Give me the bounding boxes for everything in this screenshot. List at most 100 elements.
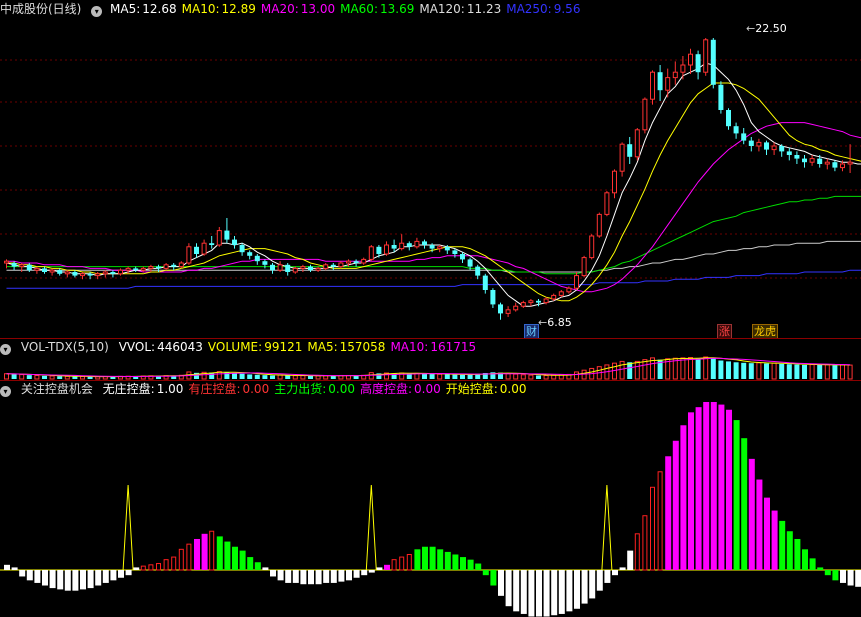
volume-bar (840, 364, 845, 380)
stock-title: 中成股份(日线) (0, 2, 82, 16)
candle-body (756, 141, 762, 147)
candle-body (125, 267, 131, 271)
candle-body (34, 267, 40, 271)
indicator-bar (376, 567, 383, 570)
indicator-bar (42, 570, 48, 586)
candle-body (840, 163, 845, 169)
volume-legend-label: VOLUME: (207, 340, 263, 354)
chevron-down-icon[interactable]: ▾ (0, 386, 11, 397)
volume-bar (779, 363, 785, 379)
indicator-bar (634, 533, 640, 571)
indicator-bar (72, 570, 79, 591)
candle-body (460, 254, 465, 260)
indicator-bar (809, 558, 816, 570)
indicator-bar (254, 562, 261, 570)
candle-body (794, 155, 800, 159)
volume-bar (748, 363, 754, 379)
indicator-chart[interactable] (0, 380, 861, 617)
indicator-bar (467, 559, 474, 570)
volume-bar (847, 364, 853, 380)
volume-bar (422, 373, 427, 379)
indicator-bar (718, 404, 725, 570)
indicator-bar (148, 564, 154, 571)
volume-bar (315, 375, 321, 380)
volume-bar (80, 376, 85, 380)
candle-body (452, 250, 458, 254)
indicator-bar (406, 553, 412, 571)
candle-body (444, 246, 450, 251)
candle-body (140, 267, 146, 271)
volume-bar (817, 364, 823, 379)
indicator-bar (581, 570, 588, 604)
volume-bar (703, 356, 709, 380)
candle-body (703, 39, 709, 73)
volume-bar (87, 376, 93, 379)
ma250-line (6, 269, 861, 289)
indicator-bar (642, 515, 648, 571)
ma-legend-value: 12.68 (142, 2, 177, 16)
finance-tag[interactable]: 财 (524, 324, 539, 339)
indicator-bar (824, 570, 831, 576)
indicator-bar (460, 557, 466, 570)
dragon-tiger-tag[interactable]: 龙虎 (752, 324, 778, 339)
candle-body (118, 269, 123, 275)
indicator-bar (741, 438, 748, 570)
candle-body (406, 243, 412, 247)
volume-bar (64, 375, 70, 380)
price-chart[interactable] (0, 0, 861, 338)
indicator-bar (596, 570, 603, 591)
indicator-bar (110, 570, 117, 581)
volume-bar (239, 373, 245, 379)
volume-bar (57, 376, 63, 379)
volume-legend-value: 99121 (264, 340, 303, 354)
chevron-down-icon[interactable]: ▾ (91, 6, 103, 17)
indicator-bar (612, 570, 618, 576)
candle-body (467, 259, 473, 267)
indicator-bar (118, 570, 124, 578)
candle-body (346, 260, 351, 264)
volume-bar (726, 361, 731, 379)
volume-bar (809, 364, 815, 380)
volume-pane[interactable]: ▾ VOL-TDX(5,10) VVOL: 446043 VOLUME: 99121 M… (0, 338, 861, 380)
indicator-legend-item: 有庄控盘: 0.00 (188, 382, 269, 396)
indicator-bar (391, 559, 397, 571)
spike-signal (365, 484, 377, 571)
chevron-down-icon[interactable]: ▾ (0, 344, 11, 355)
ma-legend-value: 13.69 (379, 2, 415, 16)
volume-bar (619, 360, 625, 380)
volume-bar (11, 374, 17, 379)
indicator-pane[interactable]: ▾ 关注控盘机会 无庄控盘: 1.00 有庄控盘: 0.00 主力出货: 0.00 高度控盘… (0, 380, 861, 617)
candle-body (156, 266, 161, 269)
limit-up-tag[interactable]: 涨 (717, 324, 732, 339)
high-price-label: ←22.50 (746, 22, 787, 35)
indicator-legend-label: 无庄控盘: (102, 382, 155, 396)
volume-bar (786, 364, 792, 379)
indicator-bar (80, 570, 86, 590)
candle-body (802, 158, 807, 163)
volume-bar (627, 362, 633, 379)
ma-legend-label: MA5: (110, 2, 141, 16)
indicator-legend-label: 主力出货: (274, 382, 327, 396)
candle-body (64, 271, 70, 275)
indicator-bar (589, 570, 596, 599)
indicator-legend-value: 1.00 (156, 382, 184, 396)
candle-body (178, 262, 184, 268)
candle-body (368, 246, 374, 260)
candle-body (726, 110, 731, 127)
indicator-bar (323, 570, 330, 583)
volume-bar (513, 373, 519, 380)
indicator-bar (232, 546, 238, 570)
volume-legend-item: VVOL: 446043 (119, 340, 203, 354)
indicator-bar (672, 440, 679, 570)
candle-body (323, 264, 329, 269)
volume-bar (72, 376, 78, 379)
candle-body (254, 255, 260, 262)
volume-bar (733, 362, 739, 379)
indicator-header: ▾ 关注控盘机会 无庄控盘: 1.00 有庄控盘: 0.00 主力出货: 0.00 高度控盘… (0, 380, 538, 398)
candlestick-pane[interactable]: 中成股份(日线) ▾ MA5: 12.68 MA10: 12.89 MA20: 13.00… (0, 0, 861, 339)
volume-legend-value: 446043 (157, 340, 203, 354)
candle-body (558, 291, 564, 296)
indicator-bar (209, 530, 215, 571)
candle-body (589, 235, 595, 259)
volume-bar (300, 375, 306, 380)
